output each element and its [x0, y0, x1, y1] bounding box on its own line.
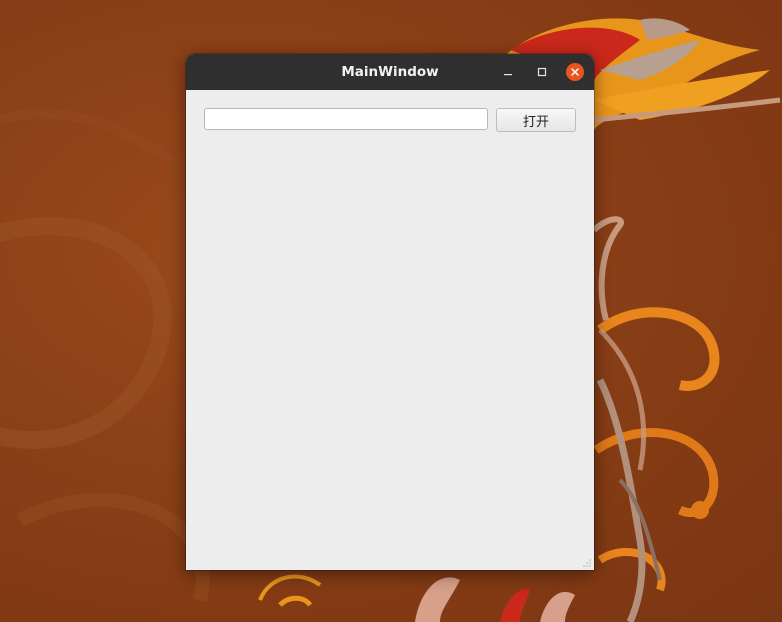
maximize-icon — [537, 67, 547, 77]
path-input[interactable] — [204, 108, 488, 130]
minimize-button[interactable] — [498, 62, 518, 82]
window-client-area: 打开 — [186, 90, 594, 570]
desktop-background: MainWindow 打开 — [0, 0, 782, 622]
open-button[interactable]: 打开 — [496, 108, 576, 132]
close-button-circle — [566, 63, 584, 81]
window-titlebar[interactable]: MainWindow — [186, 54, 594, 90]
maximize-button[interactable] — [532, 62, 552, 82]
resize-grip-icon[interactable] — [582, 558, 592, 568]
minimize-icon — [504, 74, 512, 76]
close-button[interactable] — [565, 62, 585, 82]
close-icon — [571, 68, 579, 76]
main-window: MainWindow 打开 — [186, 54, 594, 570]
